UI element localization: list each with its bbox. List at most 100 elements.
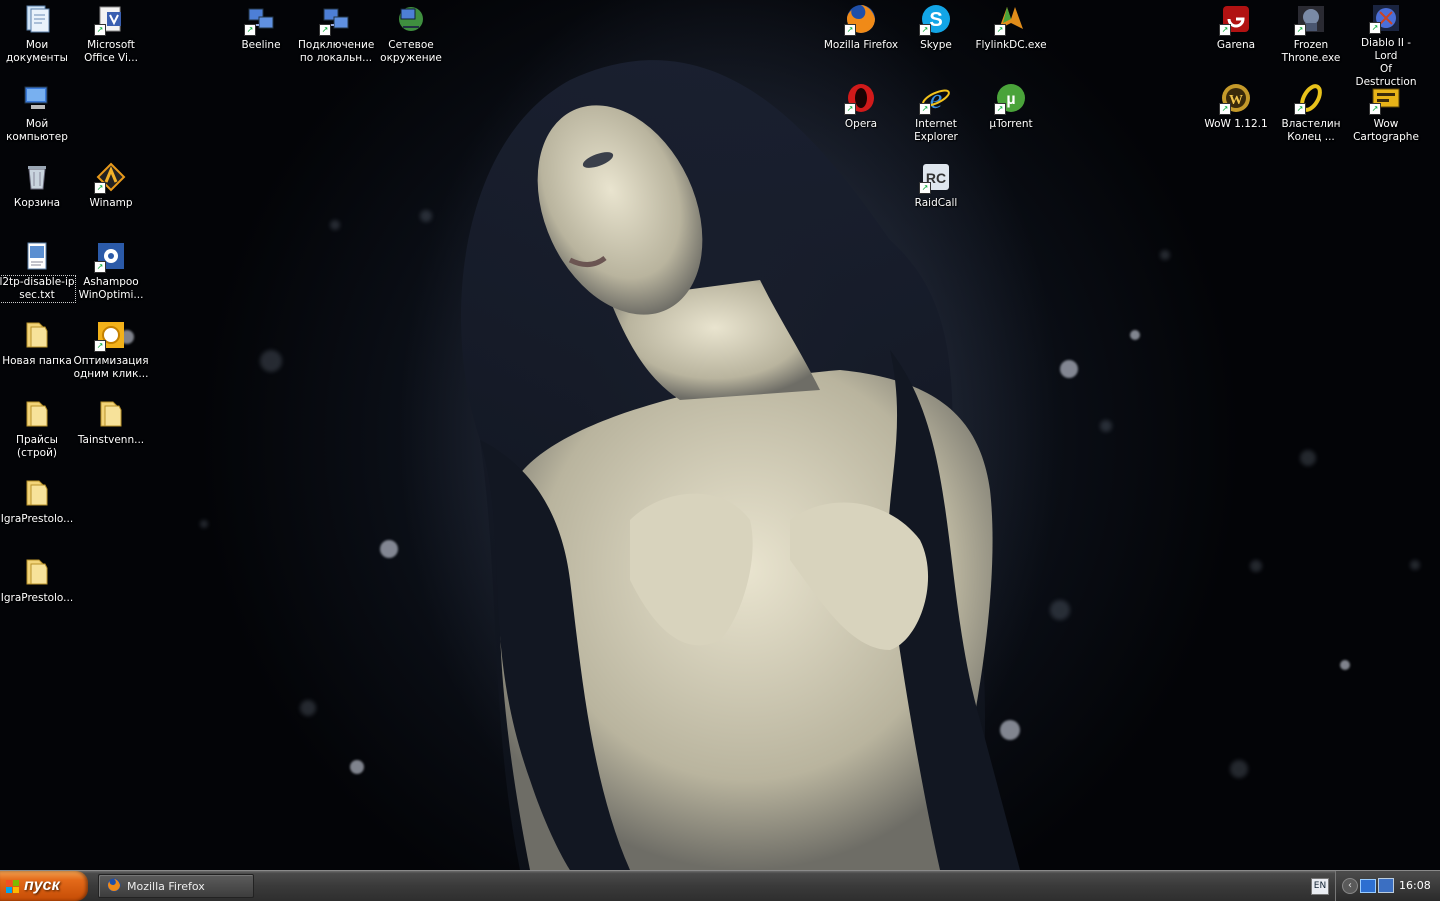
flylinkdc-icon: ↗: [994, 2, 1028, 36]
wow-cartographer-icon: ↗: [1369, 81, 1403, 115]
bokeh-dot: [380, 540, 398, 558]
bokeh-dot: [1100, 420, 1112, 432]
bokeh-dot: [200, 520, 208, 528]
language-indicator[interactable]: EN: [1311, 878, 1329, 895]
shortcut-arrow-icon: ↗: [1219, 103, 1231, 115]
shortcut-arrow-icon: ↗: [94, 24, 106, 36]
icon-flylinkdc[interactable]: ↗ FlylinkDC.exe: [974, 2, 1048, 80]
icon-folder-prices[interactable]: Прайсы (строй): [0, 397, 74, 475]
svg-text:e: e: [930, 84, 942, 114]
clock[interactable]: 16:08: [1399, 879, 1431, 892]
svg-text:S: S: [929, 9, 942, 31]
icon-label: Beeline: [241, 39, 281, 51]
icon-label: FlylinkDC.exe: [975, 39, 1047, 51]
icon-recycle-bin[interactable]: Корзина: [0, 160, 74, 238]
bokeh-dot: [1250, 560, 1262, 572]
icon-l2tp-txt[interactable]: l2tp-disable-ip sec.txt: [0, 239, 76, 317]
shortcut-arrow-icon: ↗: [919, 103, 931, 115]
icon-ashampoo[interactable]: ↗ Ashampoo WinOptimi...: [74, 239, 148, 317]
taskbar-item-firefox[interactable]: Mozilla Firefox: [98, 874, 254, 898]
shortcut-arrow-icon: ↗: [1294, 24, 1306, 36]
icon-label: Frozen Throne.exe: [1281, 39, 1341, 64]
folder-icon: [20, 555, 54, 589]
chevron-left-icon[interactable]: ‹: [1342, 878, 1358, 894]
start-button[interactable]: пуск: [0, 871, 88, 901]
network-icon[interactable]: [1360, 879, 1376, 893]
icon-lotr[interactable]: ↗ Властелин Колец ...: [1274, 81, 1348, 159]
icon-beeline[interactable]: ↗ Beeline: [224, 2, 298, 80]
shortcut-arrow-icon: ↗: [94, 261, 106, 273]
icon-label: IgraPrestolo...: [0, 592, 74, 604]
icon-skype[interactable]: S ↗ Skype: [899, 2, 973, 80]
icon-utorrent[interactable]: µ ↗ µTorrent: [974, 81, 1048, 159]
opera-icon: ↗: [844, 81, 878, 115]
icon-wow-cartographer[interactable]: ↗ Wow Cartographe: [1349, 81, 1423, 159]
raidcall-icon: RC ↗: [919, 160, 953, 194]
icon-label: Tainstvenn...: [77, 434, 145, 446]
bokeh-dot: [1050, 600, 1070, 620]
icon-diablo[interactable]: ↗ Diablo II - Lord Of Destruction: [1349, 2, 1423, 88]
icon-firefox[interactable]: ↗ Mozilla Firefox: [824, 2, 898, 80]
icon-label: Оптимизация одним клик...: [73, 355, 149, 380]
firefox-icon: [107, 877, 121, 896]
icon-ms-office[interactable]: ↗ Microsoft Office Vi...: [74, 2, 148, 80]
icon-my-documents[interactable]: Мои документы: [0, 2, 74, 80]
icon-folder-igra-1[interactable]: IgraPrestolo...: [0, 476, 74, 554]
my-documents-icon: [20, 2, 54, 36]
folder-icon: [20, 397, 54, 431]
icon-label: Garena: [1216, 39, 1256, 51]
ashampoo-icon: ↗: [94, 239, 128, 273]
shortcut-arrow-icon: ↗: [994, 103, 1006, 115]
icon-new-folder[interactable]: Новая папка: [0, 318, 74, 396]
system-tray: ‹ 16:08: [1335, 871, 1440, 901]
wow-icon: W ↗: [1219, 81, 1253, 115]
bokeh-dot: [330, 220, 340, 230]
shortcut-arrow-icon: ↗: [94, 340, 106, 352]
bokeh-dot: [1130, 330, 1140, 340]
icon-label: Internet Explorer: [914, 118, 958, 143]
network-connection-icon: ↗: [244, 2, 278, 36]
icon-my-computer[interactable]: Мой компьютер: [0, 81, 74, 159]
internet-explorer-icon: e ↗: [919, 81, 953, 115]
icon-label: RaidCall: [914, 197, 958, 209]
svg-text:µ: µ: [1006, 91, 1015, 108]
network-places-icon: [394, 2, 428, 36]
icon-label: Прайсы (строй): [16, 434, 58, 459]
shortcut-arrow-icon: ↗: [244, 24, 256, 36]
icon-label: Microsoft Office Vi...: [84, 39, 138, 64]
folder-icon: [20, 318, 54, 352]
icon-folder-igra-2[interactable]: IgraPrestolo...: [0, 555, 74, 633]
icon-label: Skype: [920, 39, 952, 51]
icon-folder-tainstvenn[interactable]: Tainstvenn...: [74, 397, 148, 475]
icon-label: Новая папка: [2, 355, 72, 367]
winamp-icon: ↗: [94, 160, 128, 194]
icon-internet-explorer[interactable]: e ↗ Internet Explorer: [899, 81, 973, 159]
my-computer-icon: [20, 81, 54, 115]
icon-raidcall[interactable]: RC ↗ RaidCall: [899, 160, 973, 238]
icon-frozen-throne[interactable]: ↗ Frozen Throne.exe: [1274, 2, 1348, 80]
bokeh-dot: [1410, 560, 1420, 570]
bokeh-dot: [1230, 760, 1248, 778]
icon-label: Сетевое окружение: [380, 39, 442, 64]
icon-network-places[interactable]: Сетевое окружение: [374, 2, 448, 80]
lotr-ring-icon: ↗: [1294, 81, 1328, 115]
shortcut-arrow-icon: ↗: [94, 182, 106, 194]
icon-optimization[interactable]: ↗ Оптимизация одним клик...: [73, 318, 149, 396]
shortcut-arrow-icon: ↗: [994, 24, 1006, 36]
bokeh-dot: [350, 760, 364, 774]
icon-garena[interactable]: ↗ Garena: [1199, 2, 1273, 80]
icon-label: IgraPrestolo...: [0, 513, 74, 525]
icon-opera[interactable]: ↗ Opera: [824, 81, 898, 159]
icon-label: Подключение по локальн...: [298, 39, 375, 64]
shortcut-arrow-icon: ↗: [844, 103, 856, 115]
frozen-throne-icon: ↗: [1294, 2, 1328, 36]
icon-label: Корзина: [13, 197, 61, 209]
icon-wow[interactable]: W ↗ WoW 1.12.1: [1199, 81, 1273, 159]
icon-label: WoW 1.12.1: [1204, 118, 1268, 130]
icon-label: µTorrent: [989, 118, 1033, 130]
monitor-icon[interactable]: [1378, 878, 1394, 893]
icon-local-connection[interactable]: ↗ Подключение по локальн...: [298, 2, 375, 80]
icon-winamp[interactable]: ↗ Winamp: [74, 160, 148, 238]
recycle-bin-icon: [20, 160, 54, 194]
ms-office-visio-icon: ↗: [94, 2, 128, 36]
